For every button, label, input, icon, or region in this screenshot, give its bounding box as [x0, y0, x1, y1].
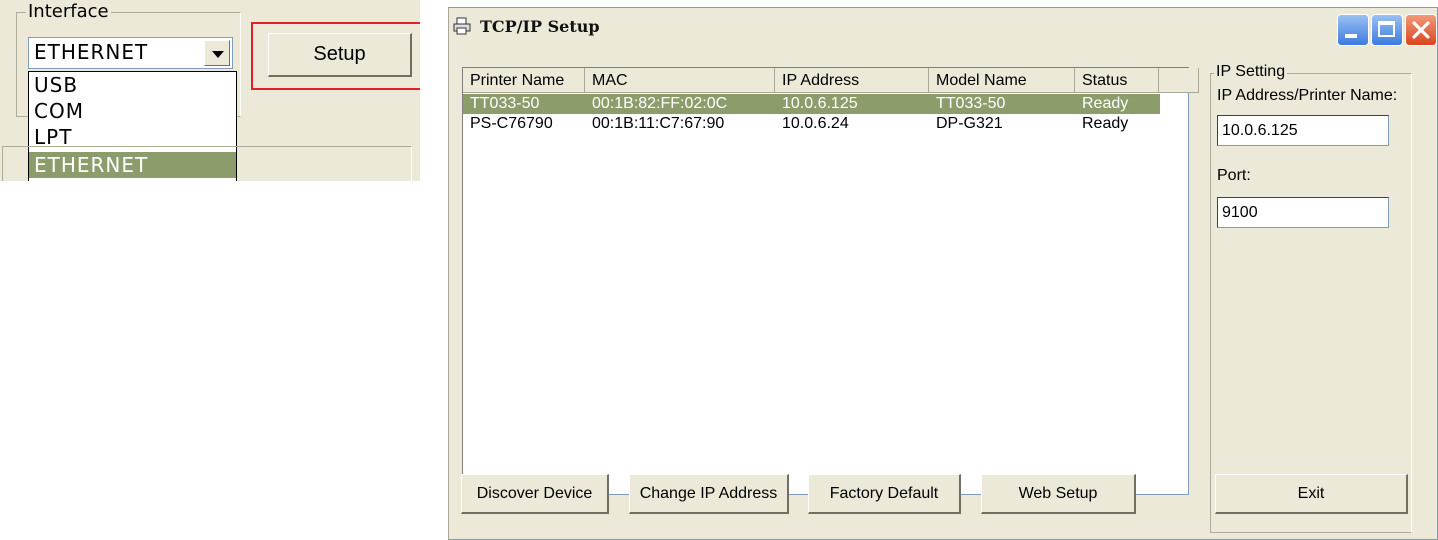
cell-ip-address: 10.0.6.125: [782, 95, 858, 112]
list-header: Printer Name MAC IP Address Model Name S…: [463, 68, 1199, 93]
interface-dropdown[interactable]: ETHERNET: [28, 37, 233, 69]
lower-group-box: [2, 146, 412, 181]
cell-mac: 00:1B:82:FF:02:0C: [592, 95, 728, 112]
interface-dropdown-value: ETHERNET: [34, 40, 149, 64]
web-setup-button[interactable]: Web Setup: [981, 474, 1136, 514]
discover-device-button[interactable]: Discover Device: [461, 474, 609, 514]
ip-setting-group-label: IP Setting: [1214, 63, 1288, 81]
close-icon: [1412, 21, 1430, 39]
column-header-filler: [1159, 68, 1199, 93]
cell-model-name: DP-G321: [936, 115, 1003, 132]
printer-icon: [453, 17, 471, 35]
setup-button-highlight: [251, 22, 420, 90]
minimize-button[interactable]: [1337, 14, 1369, 46]
maximize-button[interactable]: [1371, 14, 1403, 46]
ip-address-label: IP Address/Printer Name:: [1217, 87, 1398, 104]
title-bar[interactable]: TCP/IP Setup: [449, 8, 1437, 46]
column-header-ip-address[interactable]: IP Address: [775, 68, 929, 93]
interface-option-com[interactable]: COM: [29, 98, 236, 124]
minimize-icon: [1345, 34, 1357, 38]
cell-model-name: TT033-50: [936, 95, 1006, 112]
cell-status: Ready: [1082, 115, 1129, 132]
column-header-status[interactable]: Status: [1075, 68, 1159, 93]
dropdown-arrow-button[interactable]: [204, 40, 230, 66]
factory-default-button[interactable]: Factory Default: [808, 474, 961, 514]
cell-printer-name: PS-C76790: [470, 115, 553, 132]
tcp-ip-setup-window: TCP/IP Setup Printer Name MAC IP Address…: [448, 7, 1438, 540]
close-button[interactable]: [1405, 14, 1437, 46]
port-input[interactable]: 9100: [1217, 197, 1389, 228]
interface-group-label: Interface: [26, 1, 111, 22]
device-row[interactable]: TT033-50 00:1B:82:FF:02:0C 10.0.6.125 TT…: [463, 94, 1160, 114]
exit-button[interactable]: Exit: [1215, 474, 1408, 514]
change-ip-address-button[interactable]: Change IP Address: [629, 474, 789, 514]
cell-mac: 00:1B:11:C7:67:90: [592, 115, 725, 132]
ip-address-input[interactable]: 10.0.6.125: [1217, 115, 1389, 146]
cell-ip-address: 10.0.6.24: [782, 115, 849, 132]
column-header-mac[interactable]: MAC: [585, 68, 775, 93]
cell-status: Ready: [1082, 95, 1129, 112]
device-row[interactable]: PS-C76790 00:1B:11:C7:67:90 10.0.6.24 DP…: [463, 114, 1160, 134]
port-label: Port:: [1217, 167, 1251, 184]
column-header-model-name[interactable]: Model Name: [929, 68, 1075, 93]
interface-option-usb[interactable]: USB: [29, 72, 236, 98]
device-list[interactable]: Printer Name MAC IP Address Model Name S…: [462, 67, 1199, 495]
cell-printer-name: TT033-50: [470, 95, 540, 112]
column-header-printer-name[interactable]: Printer Name: [463, 68, 585, 93]
maximize-icon: [1378, 21, 1395, 37]
chevron-down-icon: [212, 51, 224, 58]
interface-panel: Interface ETHERNET USB COM LPT ETHERNET …: [0, 0, 420, 181]
window-title: TCP/IP Setup: [480, 17, 600, 36]
